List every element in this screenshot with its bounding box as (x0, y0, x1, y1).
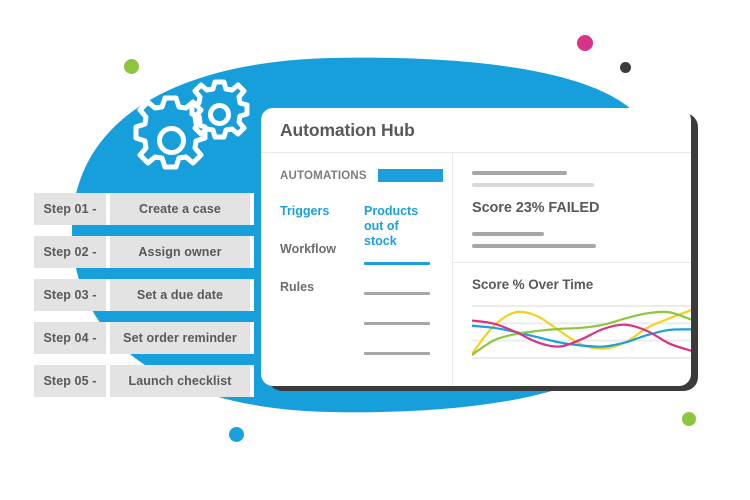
nav-labels-column: Triggers Workflow Rules (280, 204, 364, 382)
placeholder-lines-column: Products out of stock (364, 204, 452, 382)
left-panel: AUTOMATIONS Triggers Workflow Rules Prod… (261, 153, 453, 386)
placeholder-line (364, 292, 430, 295)
dot-magenta-top-right (577, 35, 593, 51)
score-over-time-chart (472, 303, 691, 361)
right-panel: Score 23% FAILED Score % Over Time (453, 153, 691, 386)
step-label: Create a case (110, 193, 250, 225)
placeholder-line (472, 171, 567, 175)
placeholder-line (364, 352, 430, 355)
chart-block: Score % Over Time (453, 263, 691, 361)
chart-svg (472, 305, 691, 359)
illustration-stage: Step 01 - Create a case Step 02 - Assign… (0, 0, 750, 500)
step-label: Set order reminder (110, 322, 250, 354)
score-block: Score 23% FAILED (453, 153, 691, 263)
products-label-line1: Products (364, 204, 419, 218)
products-out-of-stock-label: Products out of stock (364, 204, 430, 249)
nav-and-lines: Triggers Workflow Rules Products out of … (280, 204, 452, 382)
nav-item-triggers[interactable]: Triggers (280, 204, 364, 218)
dot-blue-bottom-left (229, 427, 244, 442)
step-number: Step 01 - (34, 193, 106, 225)
page-title: Automation Hub (280, 119, 415, 140)
card-header: Automation Hub (261, 108, 691, 153)
nav-item-rules[interactable]: Rules (280, 280, 364, 294)
placeholder-line (472, 232, 544, 236)
dot-green-top-left (124, 59, 139, 74)
nav-item-workflow[interactable]: Workflow (280, 242, 364, 256)
placeholder-line (472, 244, 596, 248)
card-body: AUTOMATIONS Triggers Workflow Rules Prod… (261, 153, 691, 386)
step-number: Step 05 - (34, 365, 106, 397)
placeholder-line (472, 183, 594, 187)
step-row[interactable]: Step 02 - Assign owner (34, 236, 250, 268)
step-row[interactable]: Step 04 - Set order reminder (34, 322, 250, 354)
dot-green-bottom-right (682, 412, 696, 426)
dot-dark-top-right (620, 62, 631, 73)
chart-title: Score % Over Time (472, 277, 594, 292)
score-status-text: Score 23% FAILED (472, 200, 600, 216)
steps-list: Step 01 - Create a case Step 02 - Assign… (34, 193, 250, 408)
step-label: Set a due date (110, 279, 250, 311)
step-row[interactable]: Step 01 - Create a case (34, 193, 250, 225)
step-label: Launch checklist (110, 365, 250, 397)
step-row[interactable]: Step 05 - Launch checklist (34, 365, 250, 397)
products-label-line2: out of stock (364, 219, 399, 248)
placeholder-line (364, 322, 430, 325)
gears-icon (133, 79, 250, 170)
placeholder-line-active (364, 262, 430, 265)
step-row[interactable]: Step 03 - Set a due date (34, 279, 250, 311)
step-number: Step 04 - (34, 322, 106, 354)
step-number: Step 03 - (34, 279, 106, 311)
automations-row: AUTOMATIONS (280, 169, 452, 182)
automation-hub-card: Automation Hub AUTOMATIONS Triggers Work… (261, 108, 691, 386)
step-label: Assign owner (110, 236, 250, 268)
automations-progress-bar (377, 169, 443, 182)
step-number: Step 02 - (34, 236, 106, 268)
automations-label: AUTOMATIONS (280, 169, 367, 182)
